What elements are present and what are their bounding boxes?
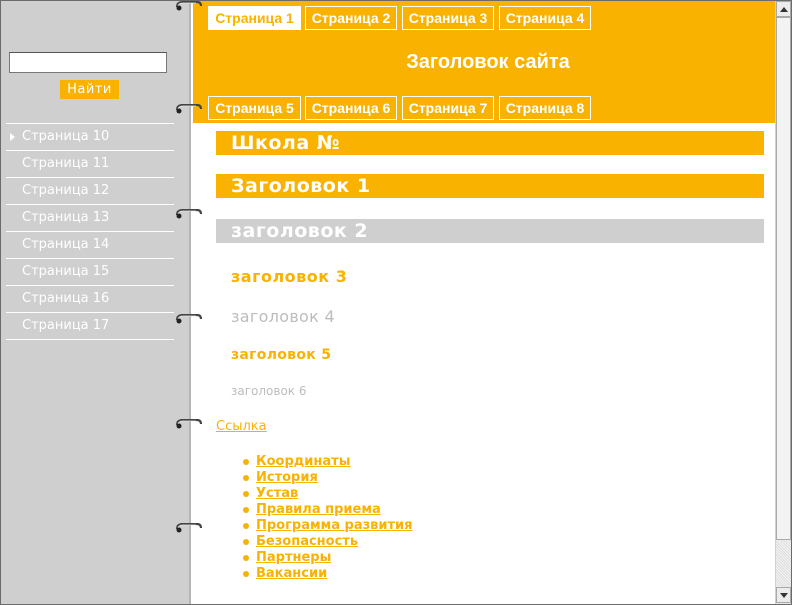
school-title: Школа №	[216, 131, 764, 155]
sidebar-item-page-11[interactable]: Страница 11	[6, 151, 174, 178]
heading-4: заголовок 4	[231, 307, 335, 326]
site-header: Страница 1 Страница 2 Страница 3 Страниц…	[193, 1, 775, 123]
list-link[interactable]: Координаты	[256, 454, 350, 469]
sidebar-item-label: Страница 11	[22, 156, 110, 171]
sidebar-item-page-16[interactable]: Страница 16	[6, 286, 174, 313]
list-link[interactable]: Правила приема	[256, 502, 381, 517]
scroll-down-button[interactable]	[776, 587, 791, 603]
sidebar-item-label: Страница 14	[22, 237, 110, 252]
sidebar-item-label: Страница 10	[22, 129, 110, 144]
content-link[interactable]: Ссылка	[216, 419, 267, 434]
arrow-down-icon	[780, 593, 788, 598]
list-link[interactable]: Вакансии	[256, 566, 327, 581]
sidebar-item-page-13[interactable]: Страница 13	[6, 205, 174, 232]
binder-ring-icon	[175, 419, 203, 429]
sidebar-item-page-17[interactable]: Страница 17	[6, 313, 174, 340]
bullet-icon	[243, 555, 249, 561]
heading-1: Заголовок 1	[216, 174, 764, 198]
list-link[interactable]: Безопасность	[256, 534, 358, 549]
bullet-icon	[243, 507, 249, 513]
heading-6: заголовок 6	[231, 384, 307, 398]
side-menu: Страница 10 Страница 11 Страница 12 Стра…	[6, 123, 174, 340]
binder-ring-icon	[175, 209, 203, 219]
list-item: Вакансии	[243, 566, 413, 582]
list-item: История	[243, 470, 413, 486]
sidebar-item-label: Страница 13	[22, 210, 110, 225]
sidebar-item-page-14[interactable]: Страница 14	[6, 232, 174, 259]
binder-ring-icon	[175, 314, 203, 324]
list-link[interactable]: Программа развития	[256, 518, 413, 533]
binder-ring-icon	[175, 1, 203, 11]
list-item: Координаты	[243, 454, 413, 470]
bullet-list: Координаты История Устав Правила приема …	[243, 454, 413, 582]
tab-page-1[interactable]: Страница 1	[208, 6, 301, 30]
list-item: Программа развития	[243, 518, 413, 534]
list-item: Партнеры	[243, 550, 413, 566]
list-item: Правила приема	[243, 502, 413, 518]
binder-ring-icon	[175, 523, 203, 533]
sidebar-item-label: Страница 15	[22, 264, 110, 279]
binder-ring-icon	[175, 104, 203, 114]
sidebar-item-label: Страница 12	[22, 183, 110, 198]
tab-page-4[interactable]: Страница 4	[499, 6, 591, 30]
main-content: Школа № Заголовок 1 заголовок 2 заголово…	[193, 123, 775, 604]
tab-page-6[interactable]: Страница 6	[305, 96, 397, 120]
list-link[interactable]: Партнеры	[256, 550, 331, 565]
heading-3: заголовок 3	[231, 267, 348, 286]
bullet-icon	[243, 459, 249, 465]
tab-page-5[interactable]: Страница 5	[208, 96, 301, 120]
arrow-up-icon	[780, 7, 788, 12]
scroll-up-button[interactable]	[776, 1, 791, 17]
sidebar-item-page-12[interactable]: Страница 12	[6, 178, 174, 205]
tab-page-2[interactable]: Страница 2	[305, 6, 397, 30]
triangle-right-icon	[10, 133, 15, 141]
list-link[interactable]: История	[256, 470, 318, 485]
sidebar-item-label: Страница 16	[22, 291, 110, 306]
list-link[interactable]: Устав	[256, 486, 298, 501]
bullet-icon	[243, 539, 249, 545]
list-item: Устав	[243, 486, 413, 502]
search-button[interactable]: Найти	[60, 80, 119, 99]
scrollbar-thumb[interactable]	[776, 17, 791, 540]
sidebar-item-page-15[interactable]: Страница 15	[6, 259, 174, 286]
sidebar-item-page-10[interactable]: Страница 10	[6, 124, 174, 151]
bullet-icon	[243, 571, 249, 577]
scrollbar-track[interactable]	[776, 540, 791, 587]
tab-page-7[interactable]: Страница 7	[402, 96, 494, 120]
bullet-icon	[243, 523, 249, 529]
heading-5: заголовок 5	[231, 347, 332, 363]
bullet-icon	[243, 475, 249, 481]
search-input[interactable]	[9, 52, 167, 73]
tab-page-8[interactable]: Страница 8	[499, 96, 591, 120]
vertical-scrollbar[interactable]	[775, 1, 791, 604]
tab-page-3[interactable]: Страница 3	[402, 6, 494, 30]
sidebar: Найти Страница 10 Страница 11 Страница 1…	[1, 1, 191, 604]
bullet-icon	[243, 491, 249, 497]
list-item: Безопасность	[243, 534, 413, 550]
site-title: Заголовок сайта	[406, 51, 570, 73]
heading-2: заголовок 2	[216, 219, 764, 243]
sidebar-item-label: Страница 17	[22, 318, 110, 333]
